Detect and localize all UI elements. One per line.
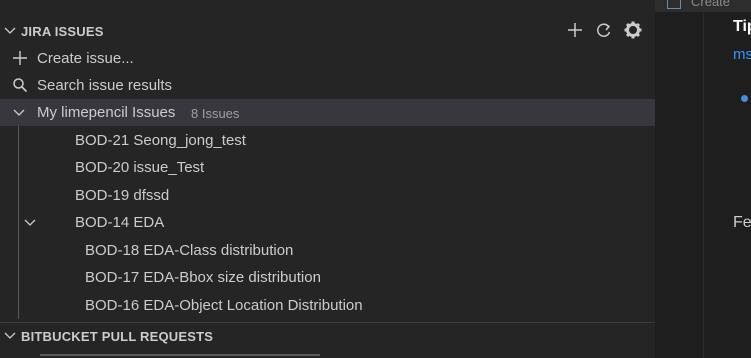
my-issues-count: 8 Issues bbox=[191, 106, 240, 121]
chevron-down-icon[interactable] bbox=[23, 216, 37, 230]
editor-heading: Tip bbox=[733, 18, 751, 35]
plus-icon[interactable] bbox=[565, 20, 585, 40]
search-icon bbox=[13, 78, 28, 93]
issue-label: BOD-19 dfssd bbox=[75, 187, 170, 204]
create-issue-label: Create issue... bbox=[37, 50, 134, 67]
issue-item[interactable]: BOD-21 Seong_jong_test bbox=[0, 127, 655, 154]
epic-child-item[interactable]: BOD-17 EDA-Bbox size distribution bbox=[0, 264, 655, 291]
create-issue-item[interactable]: Create issue... bbox=[0, 45, 655, 72]
gear-icon[interactable] bbox=[623, 20, 643, 40]
jira-issues-title: JIRA ISSUES bbox=[21, 24, 104, 39]
bitbucket-title: BITBUCKET PULL REQUESTS bbox=[21, 329, 214, 344]
epic-child-item[interactable]: BOD-16 EDA-Object Location Distribution bbox=[0, 292, 655, 319]
jira-issues-header[interactable]: JIRA ISSUES bbox=[0, 20, 655, 42]
epic-child-label: BOD-16 EDA-Object Location Distribution bbox=[85, 297, 363, 314]
chevron-down-icon[interactable] bbox=[3, 24, 17, 38]
search-issue-label: Search issue results bbox=[37, 77, 173, 94]
editor-tab-label: Create bbox=[691, 0, 731, 9]
epic-child-label: BOD-17 EDA-Bbox size distribution bbox=[85, 269, 321, 286]
bitbucket-header[interactable]: BITBUCKET PULL REQUESTS bbox=[0, 325, 655, 347]
editor-text: Fe bbox=[733, 214, 751, 231]
issue-label: BOD-20 issue_Test bbox=[75, 159, 205, 176]
my-issues-label: My limepencil Issues bbox=[37, 104, 176, 121]
editor-area: Create Tip ms Fe bbox=[655, 0, 751, 358]
chevron-down-icon[interactable] bbox=[3, 329, 17, 343]
epic-child-item[interactable]: BOD-18 EDA-Class distribution bbox=[0, 237, 655, 264]
plus-icon bbox=[13, 51, 27, 65]
editor-tab[interactable]: Create bbox=[655, 0, 751, 12]
chevron-down-icon[interactable] bbox=[12, 106, 26, 120]
cut-off-row bbox=[40, 354, 320, 358]
epic-child-label: BOD-18 EDA-Class distribution bbox=[85, 242, 294, 259]
issue-label: BOD-21 Seong_jong_test bbox=[75, 132, 246, 149]
editor-link[interactable]: ms bbox=[733, 46, 751, 63]
issue-item[interactable]: BOD-19 dfssd bbox=[0, 182, 655, 209]
file-icon bbox=[667, 0, 681, 9]
epic-label: BOD-14 EDA bbox=[75, 214, 165, 231]
refresh-icon[interactable] bbox=[594, 20, 614, 40]
editor-ruler bbox=[703, 12, 704, 358]
section-divider bbox=[0, 322, 655, 323]
my-issues-group[interactable]: My limepencil Issues 8 Issues bbox=[0, 99, 655, 126]
sidebar: JIRA ISSUES Create issue... Search issue… bbox=[0, 0, 655, 358]
issue-item[interactable]: BOD-20 issue_Test bbox=[0, 154, 655, 181]
search-issue-item[interactable]: Search issue results bbox=[0, 72, 655, 99]
bullet-icon bbox=[741, 95, 748, 102]
epic-item[interactable]: BOD-14 EDA bbox=[0, 209, 655, 236]
